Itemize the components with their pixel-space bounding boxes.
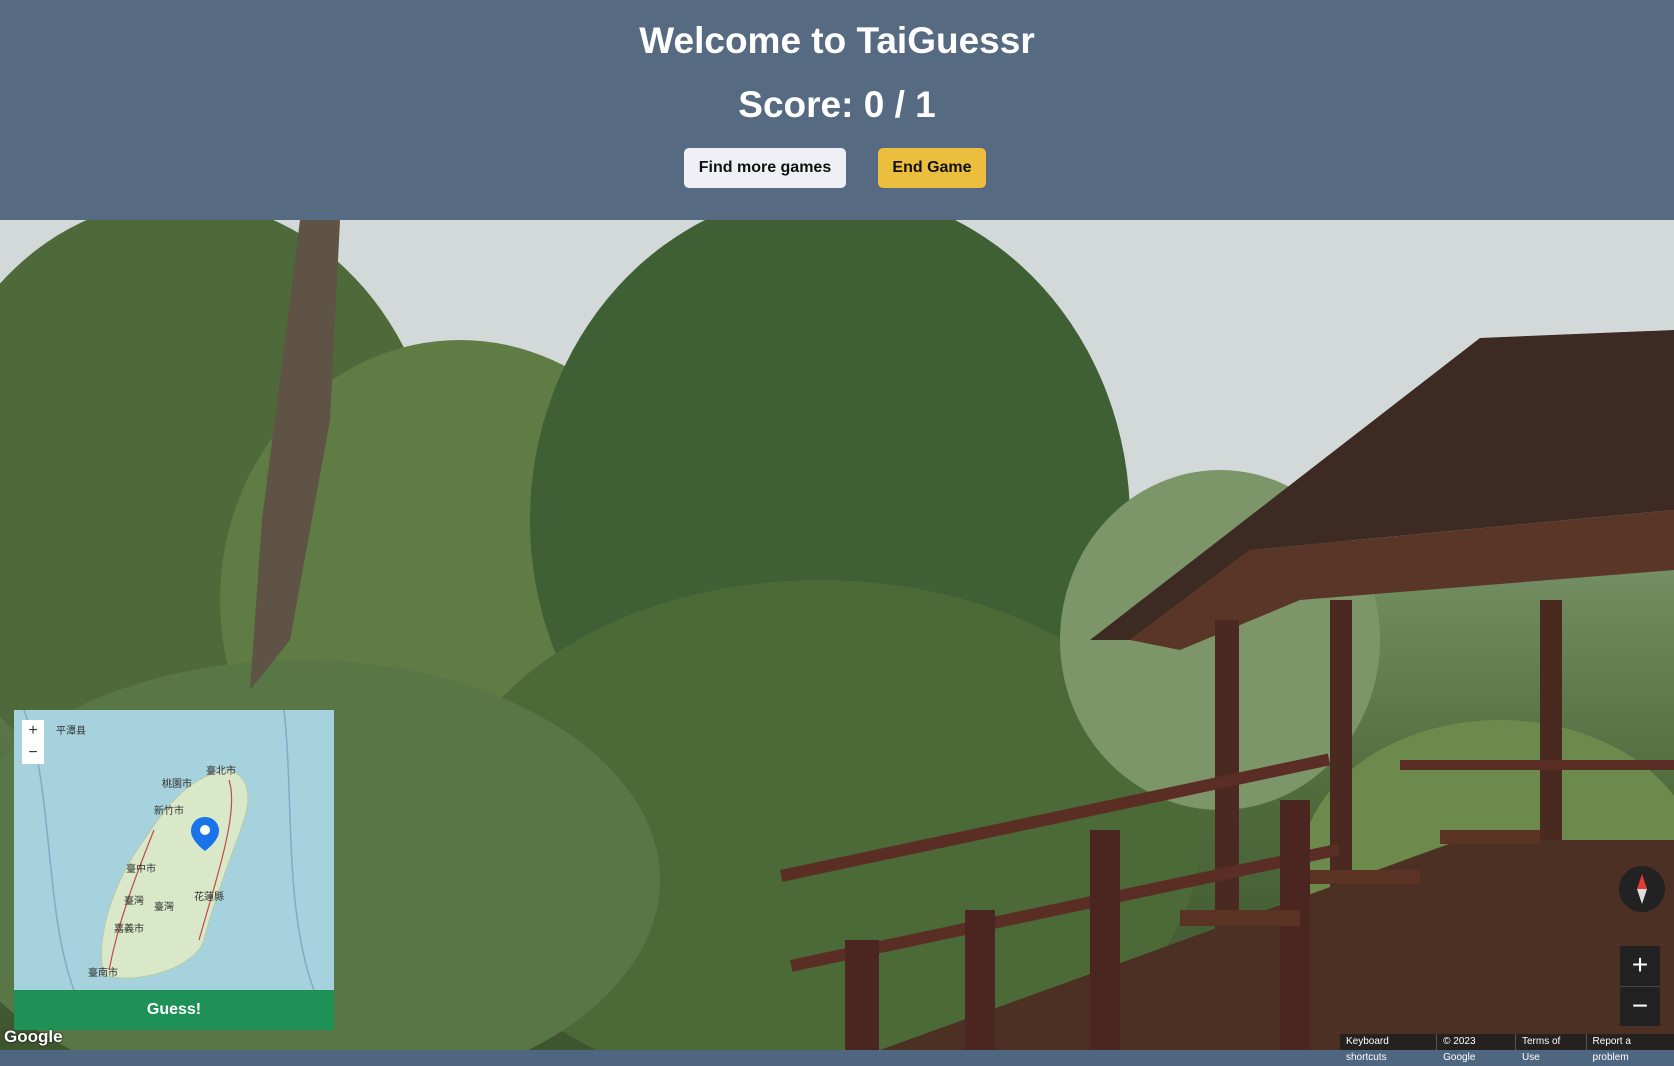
map-label: 桃園市 [162,779,192,790]
end-game-button[interactable]: End Game [878,148,986,188]
copyright-text: © 2023 Google [1436,1034,1515,1063]
map-footer: Keyboard shortcuts © 2023 Google Terms o… [1340,1034,1674,1063]
score-display: Score: 0 / 1 [738,84,936,125]
map-label: 花蓮縣 [194,892,224,903]
find-more-games-button[interactable]: Find more games [684,148,846,188]
map-label: 臺灣 [124,896,144,907]
map-label: 嘉義市 [114,924,144,935]
streetview-zoom-controls: + − [1620,946,1660,1026]
map-label: 臺中市 [126,864,156,875]
report-problem-link[interactable]: Report a problem [1585,1034,1674,1063]
minimap-zoom-out-button[interactable]: − [22,742,44,764]
terms-of-use-link[interactable]: Terms of Use [1515,1034,1586,1063]
compass-icon[interactable] [1619,866,1665,912]
guess-minimap[interactable]: + − 平潭县 臺北市 桃園市 新竹市 臺中市 臺灣 臺灣 花蓮縣 嘉義市 臺南… [14,710,334,990]
google-logo: Google [4,1027,63,1046]
map-label: 新竹市 [154,806,184,817]
guess-button[interactable]: Guess! [14,990,334,1030]
minimap-island [23,710,315,990]
map-label: 臺南市 [88,968,118,979]
location-pin-icon [191,817,219,851]
map-label: 平潭县 [56,726,86,737]
minimap-zoom-in-button[interactable]: + [22,720,44,743]
map-label: 臺灣 [154,902,174,913]
page-title: Welcome to TaiGuessr [639,20,1035,61]
keyboard-shortcuts-link[interactable]: Keyboard shortcuts [1340,1034,1436,1063]
map-label: 臺北市 [206,766,236,777]
streetview-zoom-out-button[interactable]: − [1620,986,1660,1027]
header-bar: Welcome to TaiGuessr Score: 0 / 1 Find m… [0,0,1674,220]
streetview-zoom-in-button[interactable]: + [1620,946,1660,986]
